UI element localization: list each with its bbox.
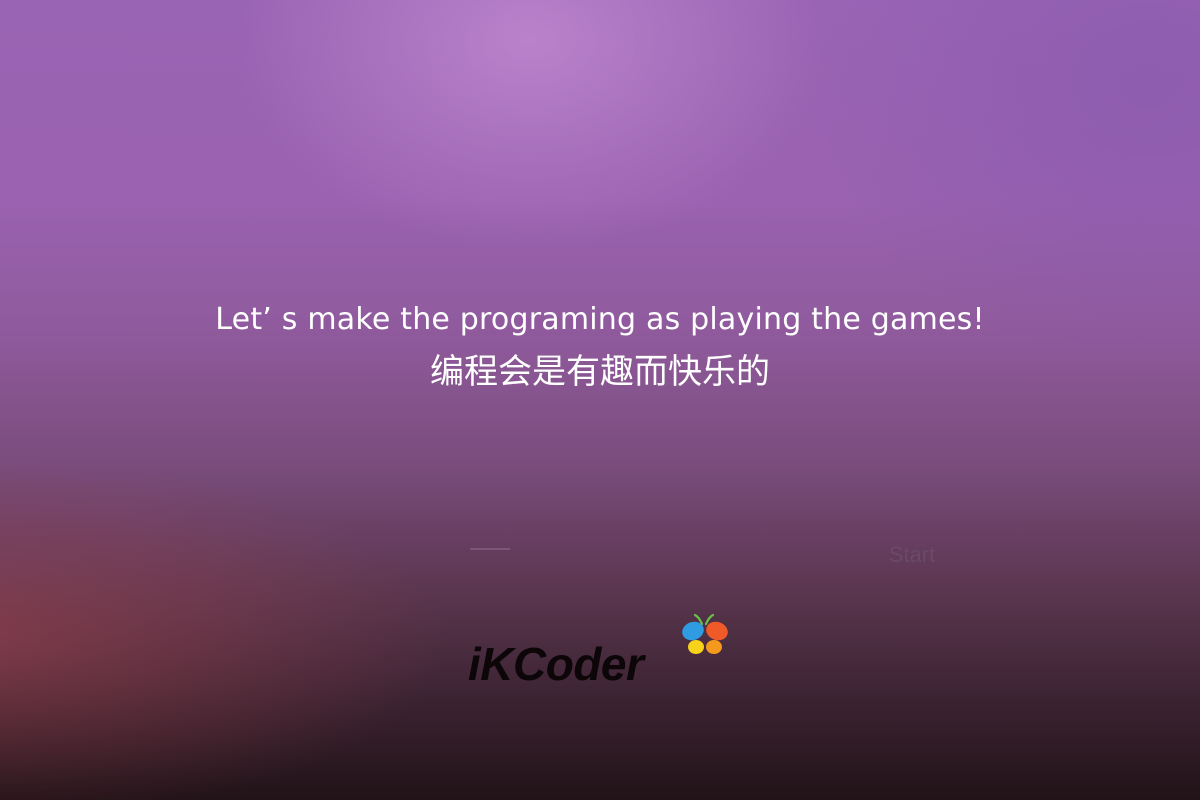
start-button[interactable]: Start — [872, 536, 952, 574]
tagline-chinese: 编程会是有趣而快乐的 — [430, 352, 770, 392]
tagline-english: Let’ s make the programing as playing th… — [215, 302, 985, 337]
butterfly-icon — [682, 613, 728, 654]
brand-logo: iKCoder — [468, 612, 738, 692]
hero-section: Let’ s make the programing as playing th… — [0, 300, 1200, 394]
decorative-glow-line — [470, 548, 510, 550]
wing-bottom-right — [706, 640, 722, 654]
logo-text: iKCoder — [468, 638, 644, 690]
wing-bottom-left — [688, 640, 704, 654]
